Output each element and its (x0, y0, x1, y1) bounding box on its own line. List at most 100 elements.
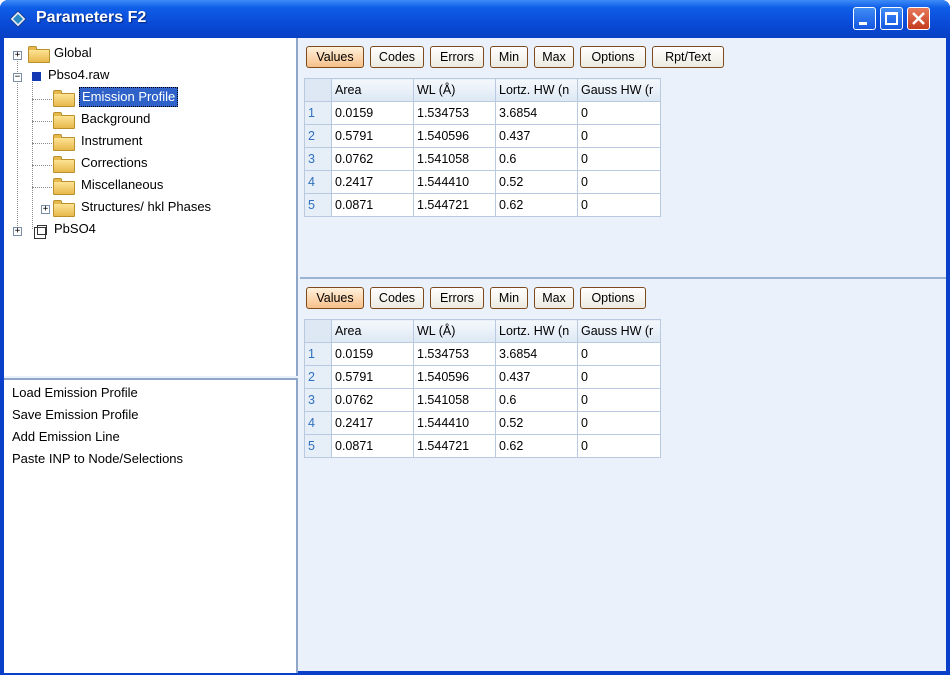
minimize-button[interactable] (853, 7, 876, 30)
table-row[interactable]: 1 0.0159 1.534753 3.6854 0 (304, 101, 661, 125)
column-header[interactable]: Lortz. HW (n (495, 78, 578, 102)
tree-item-background[interactable]: Background (4, 111, 294, 131)
rpt-text-button[interactable]: Rpt/Text (652, 46, 724, 68)
close-button[interactable] (907, 7, 930, 30)
table-cell[interactable]: 1.540596 (413, 365, 496, 389)
tree-item-corrections[interactable]: Corrections (4, 155, 294, 175)
table-cell[interactable]: 0.52 (495, 170, 578, 194)
table-cell[interactable]: 0 (577, 101, 661, 125)
tree-item-instrument[interactable]: Instrument (4, 133, 294, 153)
values-button[interactable]: Values (306, 46, 364, 68)
values-button[interactable]: Values (306, 287, 364, 309)
max-button[interactable]: Max (534, 287, 574, 309)
table-cell[interactable]: 0.0871 (331, 193, 414, 217)
errors-button[interactable]: Errors (430, 46, 484, 68)
column-header[interactable]: Area (331, 319, 414, 343)
collapse-minus-icon[interactable]: − (13, 73, 22, 82)
table-cell[interactable]: 3.6854 (495, 342, 578, 366)
table-cell[interactable]: 0.62 (495, 193, 578, 217)
parameters-table-top[interactable]: Area WL (Å) Lortz. HW (n Gauss HW (r 1 0… (304, 78, 661, 217)
parameters-table-bottom[interactable]: Area WL (Å) Lortz. HW (n Gauss HW (r 1 0… (304, 319, 661, 458)
table-row[interactable]: 5 0.0871 1.544721 0.62 0 (304, 434, 661, 458)
table-cell[interactable]: 0.0871 (331, 434, 414, 458)
table-cell[interactable]: 0.62 (495, 434, 578, 458)
action-add-emission-line[interactable]: Add Emission Line (12, 429, 120, 444)
table-cell[interactable]: 0.6 (495, 388, 578, 412)
tree-item-miscellaneous[interactable]: Miscellaneous (4, 177, 294, 197)
table-cell[interactable]: 0 (577, 342, 661, 366)
table-cell[interactable]: 1.534753 (413, 342, 496, 366)
expand-plus-icon[interactable]: + (13, 51, 22, 60)
table-row[interactable]: 4 0.2417 1.544410 0.52 0 (304, 411, 661, 435)
table-cell[interactable]: 1.541058 (413, 147, 496, 171)
table-row[interactable]: 3 0.0762 1.541058 0.6 0 (304, 388, 661, 412)
table-cell[interactable]: 0.0762 (331, 388, 414, 412)
table-cell[interactable]: 0.6 (495, 147, 578, 171)
table-cell[interactable]: 1.534753 (413, 101, 496, 125)
table-cell[interactable]: 0 (577, 170, 661, 194)
options-button[interactable]: Options (580, 287, 646, 309)
expand-plus-icon[interactable]: + (13, 227, 22, 236)
tree-item-pbso4[interactable]: + PbSO4 (4, 221, 294, 241)
table-cell[interactable]: 0 (577, 193, 661, 217)
errors-button[interactable]: Errors (430, 287, 484, 309)
table-cell[interactable]: 1.544410 (413, 411, 496, 435)
max-button[interactable]: Max (534, 46, 574, 68)
table-corner (304, 319, 332, 343)
codes-button[interactable]: Codes (370, 46, 424, 68)
tree-item-global[interactable]: + Global (4, 45, 294, 65)
table-cell[interactable]: 1.544721 (413, 193, 496, 217)
expand-plus-icon[interactable]: + (41, 205, 50, 214)
table-cell[interactable]: 0 (577, 147, 661, 171)
table-cell[interactable]: 1.541058 (413, 388, 496, 412)
table-row[interactable]: 2 0.5791 1.540596 0.437 0 (304, 124, 661, 148)
table-cell[interactable]: 0 (577, 434, 661, 458)
table-row[interactable]: 3 0.0762 1.541058 0.6 0 (304, 147, 661, 171)
phase-cube-icon (34, 225, 47, 239)
action-load-emission-profile[interactable]: Load Emission Profile (12, 385, 138, 400)
maximize-button[interactable] (880, 7, 903, 30)
table-cell[interactable]: 1.540596 (413, 124, 496, 148)
min-button[interactable]: Min (490, 287, 528, 309)
tree-item-pbso4-raw[interactable]: − Pbso4.raw (4, 67, 294, 87)
min-button[interactable]: Min (490, 46, 528, 68)
table-row[interactable]: 4 0.2417 1.544410 0.52 0 (304, 170, 661, 194)
table-cell[interactable]: 0.0159 (331, 101, 414, 125)
table-cell[interactable]: 0.5791 (331, 124, 414, 148)
table-cell[interactable]: 0.52 (495, 411, 578, 435)
action-paste-inp[interactable]: Paste INP to Node/Selections (12, 451, 183, 466)
codes-button[interactable]: Codes (370, 287, 424, 309)
table-cell[interactable]: 0.437 (495, 365, 578, 389)
table-cell[interactable]: 0.5791 (331, 365, 414, 389)
table-row[interactable]: 5 0.0871 1.544721 0.62 0 (304, 193, 661, 217)
table-cell[interactable]: 0.0762 (331, 147, 414, 171)
table-row[interactable]: 1 0.0159 1.534753 3.6854 0 (304, 342, 661, 366)
table-cell[interactable]: 0.0159 (331, 342, 414, 366)
column-header[interactable]: Gauss HW (r (577, 78, 661, 102)
table-cell[interactable]: 1.544410 (413, 170, 496, 194)
column-header[interactable]: WL (Å) (413, 78, 496, 102)
title-bar[interactable]: Parameters F2 (0, 0, 950, 38)
actions-pane: Load Emission Profile Save Emission Prof… (4, 378, 298, 673)
column-header[interactable]: Lortz. HW (n (495, 319, 578, 343)
options-button[interactable]: Options (580, 46, 646, 68)
table-cell[interactable]: 0 (577, 365, 661, 389)
table-cell[interactable]: 0 (577, 411, 661, 435)
tree-pane[interactable]: + Global − Pbso4.raw Emission Profile Ba… (4, 38, 298, 376)
maximize-icon (885, 12, 898, 25)
table-cell[interactable]: 1.544721 (413, 434, 496, 458)
table-cell[interactable]: 0 (577, 124, 661, 148)
column-header[interactable]: Gauss HW (r (577, 319, 661, 343)
table-cell[interactable]: 0 (577, 388, 661, 412)
table-cell[interactable]: 0.2417 (331, 170, 414, 194)
column-header[interactable]: Area (331, 78, 414, 102)
table-cell[interactable]: 0.437 (495, 124, 578, 148)
column-header[interactable]: WL (Å) (413, 319, 496, 343)
action-save-emission-profile[interactable]: Save Emission Profile (12, 407, 138, 422)
table-cell[interactable]: 3.6854 (495, 101, 578, 125)
tree-item-emission-profile[interactable]: Emission Profile (4, 87, 294, 109)
table-cell[interactable]: 0.2417 (331, 411, 414, 435)
tree-item-structures-hkl-phases[interactable]: + Structures/ hkl Phases (4, 199, 294, 219)
table-row[interactable]: 2 0.5791 1.540596 0.437 0 (304, 365, 661, 389)
row-index: 3 (304, 147, 332, 171)
